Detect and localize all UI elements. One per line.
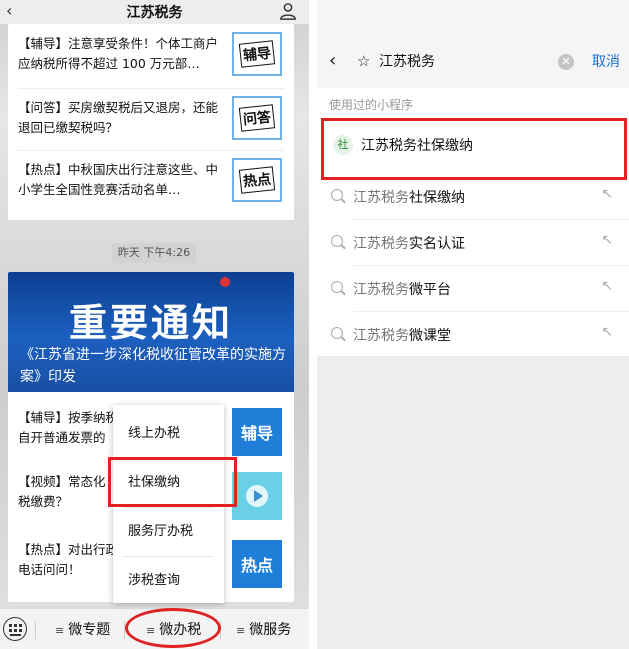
suggestion-item[interactable]: 江苏税务实名认证 ↖: [317, 222, 629, 266]
article-item[interactable]: 【辅导】注意享受条件！个体工商户应纳税所得不超过 100 万元部… 辅导: [8, 24, 294, 82]
section-label: 使用过的小程序: [329, 98, 414, 112]
timestamp: 昨天 下午4:26: [112, 243, 196, 263]
article-thumbnail: 辅导: [232, 408, 282, 456]
person-icon[interactable]: [279, 2, 297, 20]
article-title: 【热点】中秋国庆出行注意这些、中小学生全国性竞赛活动名单…: [18, 162, 219, 197]
article-title: 【问答】买房缴契税后又退房，还能退回已缴契税吗？: [18, 100, 219, 135]
article-card-top: 【辅导】注意享受条件！个体工商户应纳税所得不超过 100 万元部… 辅导 【问答…: [8, 24, 294, 220]
header: ‹ 江苏税务: [0, 0, 309, 24]
search-icon: [331, 189, 343, 201]
play-icon: [246, 485, 268, 507]
cancel-button[interactable]: 取消: [592, 51, 620, 71]
tab-topics[interactable]: ≡ 微专题: [55, 619, 110, 639]
banner-subtitle: 《江苏省进一步深化税收征管改革的实施方案》印发: [20, 347, 286, 385]
search-input[interactable]: 江苏税务: [379, 51, 435, 71]
search-panel: ‹ ☆ 江苏税务 ✕ 取消 使用过的小程序 社 江苏税务社保缴纳 江苏税务社保缴…: [317, 0, 629, 649]
article-thumbnail: 问答: [232, 96, 282, 140]
page-title: 江苏税务: [126, 5, 183, 21]
search-icon: [331, 281, 343, 293]
menu-item-hall-tax[interactable]: 服务厅办税: [113, 507, 224, 556]
emblem-icon: [220, 277, 230, 287]
panel-gap: [309, 0, 317, 649]
star-icon: ☆: [357, 52, 371, 70]
fill-arrow-icon[interactable]: ↖: [601, 232, 613, 248]
article-title: 【辅导】注意享受条件！个体工商户应纳税所得不超过 100 万元部…: [18, 36, 219, 71]
article-panel: ‹ 江苏税务 【辅导】注意享受条件！个体工商户应纳税所得不超过 100 万元部……: [0, 0, 309, 649]
keyboard-icon[interactable]: [3, 617, 27, 641]
divider: [35, 621, 36, 639]
tab-micro-service[interactable]: ≡ 微服务: [236, 619, 291, 639]
suggestion-item[interactable]: 江苏税务微平台 ↖: [317, 268, 629, 312]
clear-icon[interactable]: ✕: [558, 54, 574, 70]
menu-item-tax-query[interactable]: 涉税查询: [113, 556, 224, 605]
chevron-left-icon[interactable]: ‹: [329, 50, 336, 71]
suggestion-item[interactable]: 江苏税务社保缴纳 ↖: [317, 176, 629, 220]
fill-arrow-icon[interactable]: ↖: [601, 186, 613, 202]
menu-item-online-tax[interactable]: 线上办税: [113, 409, 224, 458]
chevron-left-icon[interactable]: ‹: [6, 1, 12, 20]
banner-image[interactable]: 重要通知 《江苏省进一步深化税收征管改革的实施方案》印发: [8, 272, 294, 392]
video-thumbnail: [232, 472, 282, 520]
highlight-oval: [125, 608, 221, 648]
search-icon: [331, 327, 343, 339]
article-thumbnail: 辅导: [232, 32, 282, 76]
article-thumbnail: 热点: [232, 158, 282, 202]
highlight-box: [108, 457, 237, 507]
search-icon: [331, 235, 343, 247]
banner-headline: 重要通知: [68, 301, 233, 345]
highlight-box: [321, 118, 627, 180]
article-thumbnail: 热点: [232, 540, 282, 588]
fill-arrow-icon[interactable]: ↖: [601, 278, 613, 294]
article-item[interactable]: 【问答】买房缴契税后又退房，还能退回已缴契税吗？ 问答: [8, 88, 294, 146]
article-item[interactable]: 【热点】中秋国庆出行注意这些、中小学生全国性竞赛活动名单… 热点: [8, 150, 294, 208]
fill-arrow-icon[interactable]: ↖: [601, 324, 613, 340]
suggestion-item[interactable]: 江苏税务微课堂 ↖: [317, 314, 629, 358]
empty-area: [317, 356, 629, 649]
